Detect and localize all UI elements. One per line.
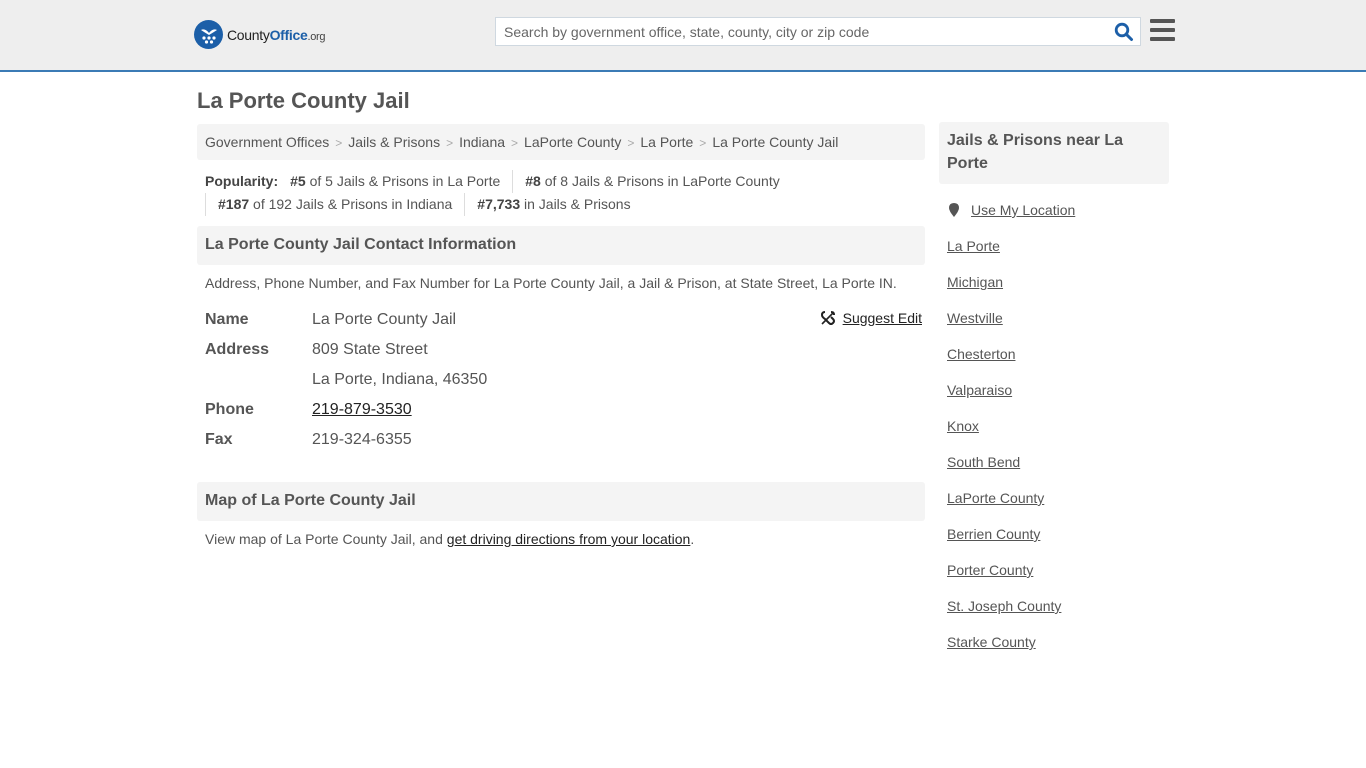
contact-row-name: Name La Porte County Jail [205, 305, 917, 335]
address-line2: La Porte, Indiana, 46350 [312, 371, 488, 388]
breadcrumb-indiana[interactable]: Indiana [459, 134, 505, 150]
contact-info: Suggest Edit Name La Porte County Jail A… [197, 301, 925, 455]
hamburger-icon [1150, 19, 1175, 41]
nearby-link-item: Westville [947, 300, 1161, 336]
breadcrumb-jails-prisons[interactable]: Jails & Prisons [348, 134, 440, 150]
nearby-link[interactable]: St. Joseph County [947, 598, 1061, 614]
popularity-item: #7,733 in Jails & Prisons [464, 193, 642, 216]
contact-row-address2: La Porte, Indiana, 46350 [205, 365, 917, 395]
map-heading: Map of La Porte County Jail [197, 482, 925, 521]
suggest-edit-link[interactable]: Suggest Edit [820, 310, 922, 326]
breadcrumb-separator: > [335, 136, 343, 150]
breadcrumb-separator: > [446, 136, 454, 150]
page-title: La Porte County Jail [197, 88, 410, 113]
contact-row-phone: Phone 219-879-3530 [205, 395, 917, 425]
contact-row-address: Address 809 State Street [205, 335, 917, 365]
map-pin-icon [949, 203, 959, 217]
address-line1: 809 State Street [312, 341, 428, 358]
breadcrumb-government-offices[interactable]: Government Offices [205, 134, 329, 150]
phone-label: Phone [205, 401, 254, 418]
breadcrumb-separator: > [627, 136, 635, 150]
popularity-label: Popularity: [205, 173, 279, 189]
search-box [495, 17, 1141, 46]
popularity-item: #5 of 5 Jails & Prisons in La Porte [290, 173, 501, 189]
nearby-link[interactable]: Berrien County [947, 526, 1040, 542]
search-button[interactable] [1114, 22, 1134, 42]
breadcrumb-la-porte[interactable]: La Porte [640, 134, 693, 150]
sidebar: Jails & Prisons near La Porte Use My Loc… [939, 122, 1169, 660]
map-description: View map of La Porte County Jail, and ge… [205, 531, 695, 547]
breadcrumb-current: La Porte County Jail [712, 134, 839, 150]
contact-row-fax: Fax 219-324-6355 [205, 425, 917, 455]
breadcrumb-separator: > [511, 136, 519, 150]
use-my-location[interactable]: Use My Location [947, 192, 1161, 228]
name-label: Name [205, 311, 249, 328]
popularity-item: #8 of 8 Jails & Prisons in LaPorte Count… [512, 170, 791, 193]
search-icon [1114, 22, 1133, 41]
nearby-link-item: Starke County [947, 624, 1161, 660]
nearby-link[interactable]: Chesterton [947, 346, 1015, 362]
nearby-link[interactable]: Michigan [947, 274, 1003, 290]
nearby-link[interactable]: South Bend [947, 454, 1020, 470]
breadcrumb: Government Offices > Jails & Prisons > India… [197, 124, 925, 160]
logo-text: CountyOffice.org [227, 26, 326, 43]
popularity-row: Popularity: #5 of 5 Jails & Prisons in L… [205, 170, 917, 193]
popularity-row: #187 of 192 Jails & Prisons in Indiana #… [205, 193, 917, 216]
nearby-link-item: LaPorte County [947, 480, 1161, 516]
nearby-link[interactable]: Westville [947, 310, 1003, 326]
nearby-link[interactable]: LaPorte County [947, 490, 1044, 506]
address-label: Address [205, 341, 270, 358]
main-content: Government Offices > Jails & Prisons > India… [197, 124, 925, 557]
nearby-link-item: Berrien County [947, 516, 1161, 552]
nearby-link-item: South Bend [947, 444, 1161, 480]
contact-heading: La Porte County Jail Contact Information [197, 226, 925, 265]
contact-description: Address, Phone Number, and Fax Number fo… [205, 275, 897, 291]
site-header: CountyOffice.org [0, 0, 1366, 72]
breadcrumb-laporte-county[interactable]: LaPorte County [524, 134, 621, 150]
hamburger-menu-button[interactable] [1150, 19, 1175, 41]
nearby-link[interactable]: Knox [947, 418, 979, 434]
popularity-item: #187 of 192 Jails & Prisons in Indiana [205, 193, 464, 216]
nearby-link-item: Knox [947, 408, 1161, 444]
nearby-link-item: Valparaiso [947, 372, 1161, 408]
nearby-link-item: Michigan [947, 264, 1161, 300]
site-logo[interactable]: CountyOffice.org [194, 20, 326, 49]
phone-link[interactable]: 219-879-3530 [312, 401, 412, 418]
search-input[interactable] [496, 18, 1096, 45]
sidebar-heading: Jails & Prisons near La Porte [939, 122, 1169, 184]
nearby-link-item: St. Joseph County [947, 588, 1161, 624]
unlink-icon [820, 311, 835, 325]
nearby-list: Use My Location La Porte Michigan Westvi… [939, 192, 1169, 660]
popularity-section: Popularity: #5 of 5 Jails & Prisons in L… [197, 160, 925, 216]
nearby-link[interactable]: Valparaiso [947, 382, 1012, 398]
use-my-location-link[interactable]: Use My Location [971, 202, 1075, 218]
nearby-link[interactable]: La Porte [947, 238, 1000, 254]
nearby-link-item: La Porte [947, 228, 1161, 264]
nearby-link-item: Chesterton [947, 336, 1161, 372]
nearby-link[interactable]: Porter County [947, 562, 1033, 578]
eagle-logo-icon [194, 20, 223, 49]
breadcrumb-separator: > [699, 136, 707, 150]
fax-label: Fax [205, 431, 233, 448]
name-value: La Porte County Jail [312, 311, 457, 328]
fax-value: 219-324-6355 [312, 431, 412, 448]
nearby-link[interactable]: Starke County [947, 634, 1036, 650]
driving-directions-link[interactable]: get driving directions from your locatio… [447, 531, 691, 547]
nearby-link-item: Porter County [947, 552, 1161, 588]
